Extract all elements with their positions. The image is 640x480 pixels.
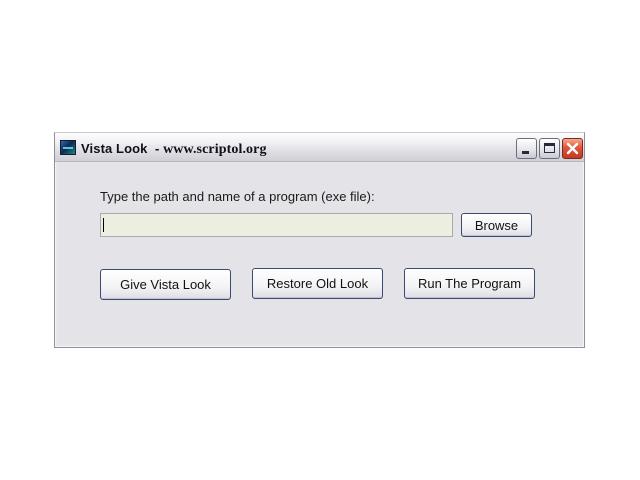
maximize-icon: [544, 143, 555, 153]
window-title: Vista Look - www.scriptol.org: [81, 141, 267, 158]
restore-old-look-button[interactable]: Restore Old Look: [252, 268, 383, 299]
run-program-button[interactable]: Run The Program: [404, 268, 535, 299]
title-url: www.scriptol.org: [163, 142, 267, 157]
close-button[interactable]: [562, 138, 583, 159]
minimize-icon: [522, 151, 529, 154]
dialog-client-area: Type the path and name of a program (exe…: [58, 162, 581, 344]
title-bar[interactable]: Vista Look - www.scriptol.org: [55, 133, 584, 162]
path-prompt-label: Type the path and name of a program (exe…: [100, 189, 375, 204]
title-app-name: Vista Look: [81, 141, 148, 156]
vista-look-window: Vista Look - www.scriptol.org Type the p…: [54, 132, 585, 348]
give-vista-look-button[interactable]: Give Vista Look: [100, 269, 231, 300]
app-icon[interactable]: [60, 140, 76, 155]
maximize-button[interactable]: [539, 138, 560, 159]
program-path-input[interactable]: [100, 213, 453, 237]
close-icon: [566, 142, 579, 155]
text-caret: [103, 218, 104, 232]
browse-button[interactable]: Browse: [461, 213, 532, 237]
title-separator: -: [147, 141, 164, 156]
minimize-button[interactable]: [516, 138, 537, 159]
